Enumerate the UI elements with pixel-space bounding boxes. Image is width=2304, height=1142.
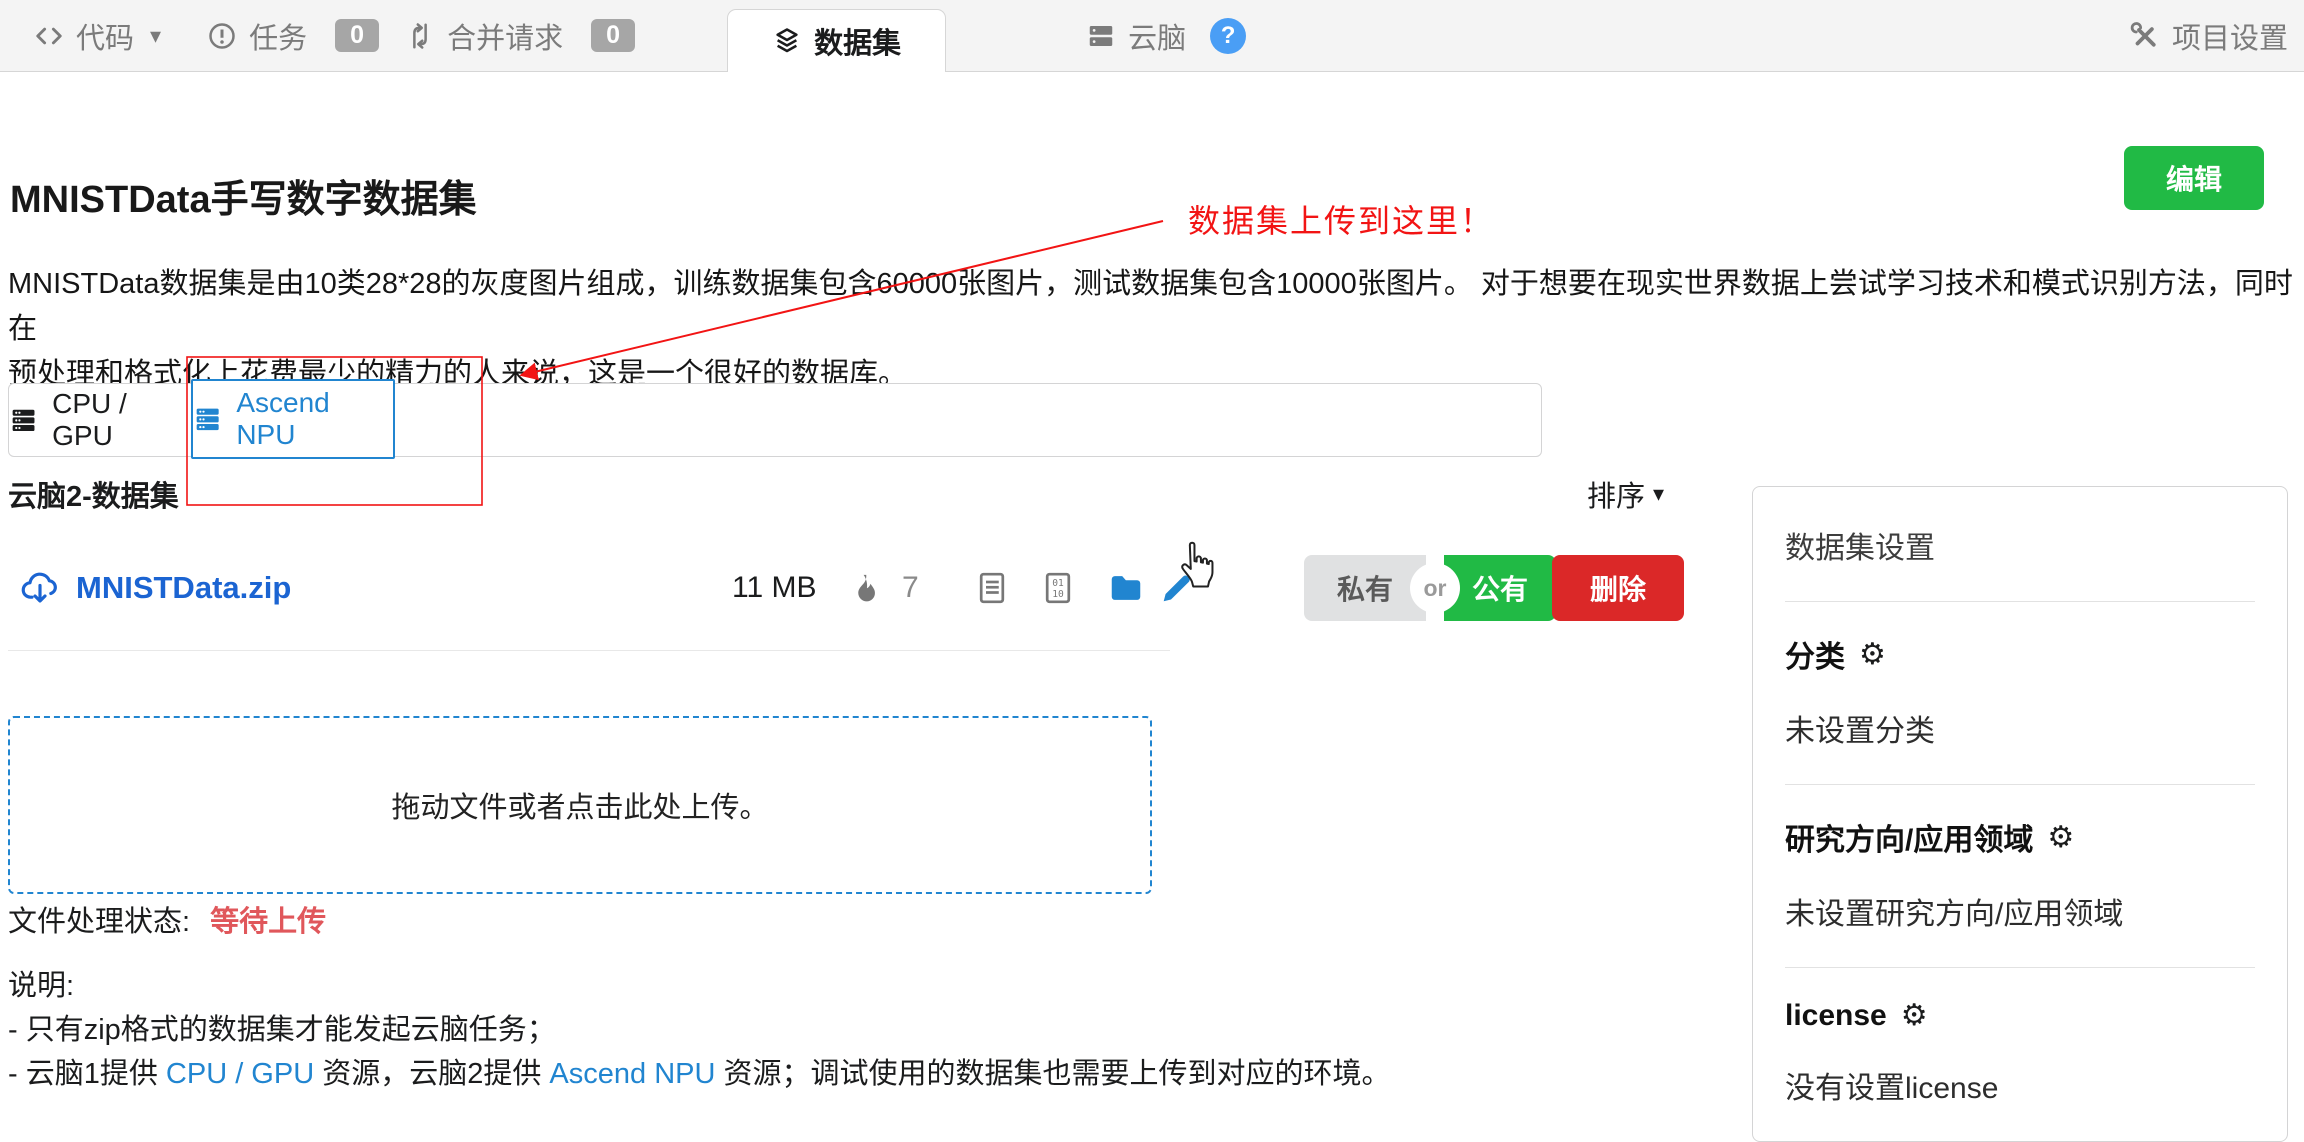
settings-panel-title: 数据集设置 [1785, 523, 2255, 567]
cloud-download-icon [20, 568, 60, 608]
file-status-value: 等待上传 [210, 898, 326, 940]
help-icon[interactable]: ? [1210, 18, 1246, 54]
nav-tab-code[interactable]: 代码 ▾ [34, 15, 161, 57]
research-label: 研究方向/应用领域 [1785, 815, 2033, 859]
file-text-icon[interactable] [974, 569, 1010, 607]
dataset-description: MNISTData数据集是由10类28*28的灰度图片组成，训练数据集包含600… [8, 262, 2300, 397]
gear-icon[interactable]: ⚙ [2047, 820, 2074, 855]
svg-text:10: 10 [1052, 589, 1064, 600]
note-text: - 云脑1提供 [8, 1058, 166, 1090]
page: 代码 ▾ 任务 0 合并请求 0 数据集 云脑 ? 项目设置 MNISTData… [0, 0, 2304, 1098]
caret-down-icon: ▾ [150, 23, 161, 49]
nav-settings-label: 项目设置 [2172, 15, 2288, 57]
research-value: 未设置研究方向/应用领域 [1785, 889, 2255, 933]
dataset-file-link[interactable]: MNISTData.zip [20, 568, 291, 608]
nav-issues-label: 任务 [249, 15, 307, 57]
repo-navbar: 代码 ▾ 任务 0 合并请求 0 数据集 云脑 ? 项目设置 [0, 0, 2304, 72]
svg-text:01: 01 [1052, 578, 1064, 589]
nav-code-label: 代码 [76, 15, 134, 57]
file-status-line: 文件处理状态: 等待上传 [8, 898, 326, 940]
tab-ascend-npu-selected[interactable]: Ascend NPU [191, 379, 395, 459]
nav-datasets-label: 数据集 [814, 20, 901, 62]
note-text: 资源，云脑2提供 [314, 1058, 549, 1090]
or-separator: or [1411, 564, 1459, 612]
tools-icon [2130, 21, 2160, 51]
nav-tab-issues[interactable]: 任务 0 [207, 15, 379, 57]
cpu-gpu-link[interactable]: CPU / GPU [166, 1058, 314, 1090]
description-line-1: MNISTData数据集是由10类28*28的灰度图片组成，训练数据集包含600… [8, 262, 2300, 352]
gear-icon[interactable]: ⚙ [1859, 637, 1886, 672]
nav-cloudbrain-label: 云脑 [1128, 15, 1186, 57]
note-line-1: - 只有zip格式的数据集才能发起云脑任务； [8, 1006, 556, 1048]
notes-heading: 说明: [8, 962, 74, 1004]
code-icon [34, 21, 64, 51]
tab-ascend-npu-label: Ascend NPU [236, 387, 393, 451]
tab-cpu-gpu[interactable]: CPU / GPU [9, 384, 191, 456]
visibility-toggle: 私有 or 公有 [1304, 555, 1556, 621]
divider [8, 650, 1170, 651]
category-value: 未设置分类 [1785, 706, 2255, 750]
gear-icon[interactable]: ⚙ [1901, 998, 1928, 1033]
download-count: 7 [902, 571, 919, 605]
upload-hint: 拖动文件或者点击此处上传。 [391, 784, 768, 826]
dataset-settings-panel: 数据集设置 分类 ⚙ 未设置分类 研究方向/应用领域 ⚙ 未设置研究方向/应用领… [1752, 486, 2288, 1142]
issues-count-badge: 0 [335, 19, 379, 52]
nav-pulls-label: 合并请求 [447, 15, 563, 57]
dataset-heading-row: 云脑2-数据集 排序 ▾ [8, 473, 1664, 515]
license-value: 没有设置license [1785, 1063, 2255, 1107]
annotation-text: 数据集上传到这里！ [1188, 202, 1494, 240]
merge-request-icon [405, 21, 435, 51]
license-section-label: license ⚙ [1785, 998, 2255, 1033]
tab-cpu-gpu-label: CPU / GPU [52, 388, 191, 452]
divider [1785, 967, 2255, 968]
note-line-2: - 云脑1提供 CPU / GPU 资源，云脑2提供 Ascend NPU 资源… [8, 1050, 1390, 1092]
environment-tabbar: CPU / GPU Ascend NPU [8, 383, 1542, 457]
server-rack-icon [9, 405, 38, 435]
public-button[interactable]: 公有 [1444, 555, 1556, 621]
delete-button[interactable]: 删除 [1552, 555, 1684, 621]
binary-file-icon[interactable]: 0110 [1040, 569, 1076, 607]
nav-tab-cloudbrain[interactable]: 云脑 ? [1086, 15, 1246, 57]
caret-down-icon: ▾ [1653, 481, 1664, 507]
page-title: MNISTData手写数字数据集 [10, 168, 477, 223]
category-section-label: 分类 ⚙ [1785, 632, 2255, 676]
file-size: 11 MB [732, 571, 816, 605]
mouse-hand-cursor-icon [1176, 538, 1216, 592]
server-rack-icon [193, 404, 222, 434]
divider [1785, 601, 2255, 602]
research-section-label: 研究方向/应用领域 ⚙ [1785, 815, 2255, 859]
edit-button[interactable]: 编辑 [2124, 146, 2264, 210]
nav-tab-settings[interactable]: 项目设置 [2130, 15, 2288, 57]
server-icon [1086, 21, 1116, 51]
dataset-file-row: MNISTData.zip 11 MB 7 0110 私有 or 公有 删除 [8, 548, 1708, 628]
license-label: license [1785, 999, 1887, 1033]
sort-label: 排序 [1587, 473, 1645, 515]
ascend-npu-link[interactable]: Ascend NPU [549, 1058, 715, 1090]
divider [1785, 784, 2255, 785]
folder-icon[interactable] [1106, 569, 1146, 607]
note-text: 资源；调试使用的数据集也需要上传到对应的环境。 [715, 1058, 1390, 1090]
private-button[interactable]: 私有 [1304, 555, 1426, 621]
flame-icon [850, 570, 882, 606]
dataset-layers-icon [772, 26, 802, 56]
nav-tab-pulls[interactable]: 合并请求 0 [405, 15, 635, 57]
pulls-count-badge: 0 [591, 19, 635, 52]
dataset-section-heading: 云脑2-数据集 [8, 473, 179, 515]
category-label: 分类 [1785, 632, 1845, 676]
file-status-label: 文件处理状态: [8, 898, 190, 940]
issue-circle-icon [207, 21, 237, 51]
sort-dropdown[interactable]: 排序 ▾ [1587, 473, 1664, 515]
upload-dropzone[interactable]: 拖动文件或者点击此处上传。 [8, 716, 1152, 894]
dataset-file-name: MNISTData.zip [76, 570, 291, 606]
nav-tab-datasets-active[interactable]: 数据集 [727, 9, 946, 72]
